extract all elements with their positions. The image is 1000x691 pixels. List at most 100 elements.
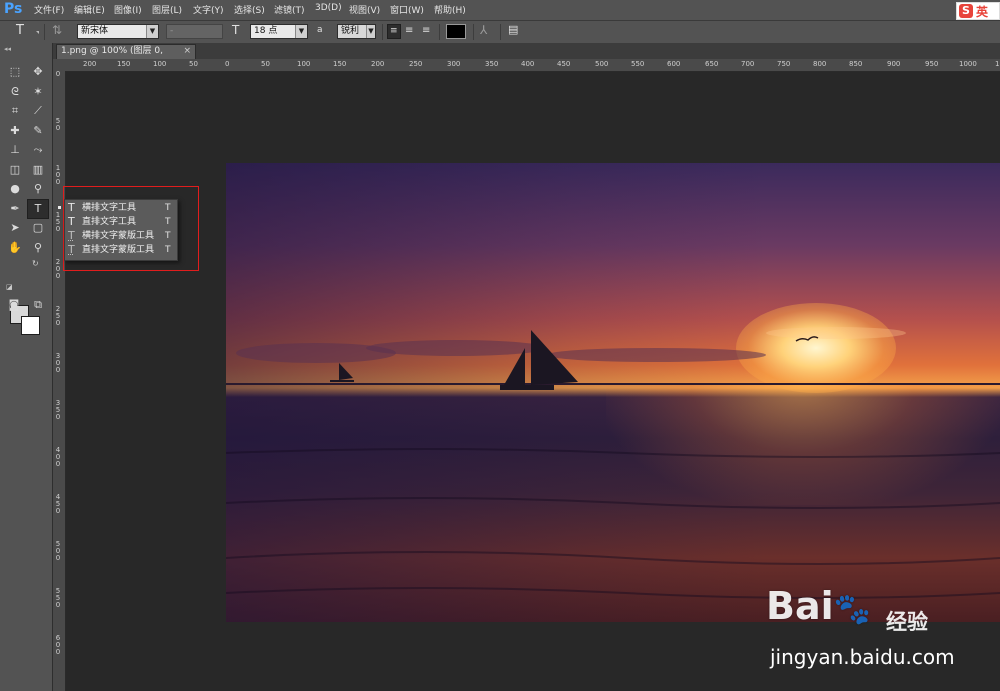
menu-type[interactable]: 文字(Y) (193, 3, 224, 16)
brush-tool-icon[interactable]: ✎ (28, 122, 48, 140)
close-icon[interactable]: × (183, 45, 191, 58)
sailboat-large (500, 330, 578, 390)
document-tab[interactable]: 1.png @ 100% (图层 0, RGB/8) × (56, 44, 196, 59)
ruler-tick-label: 5 0 0 (54, 541, 62, 562)
document-image[interactable] (226, 163, 1000, 622)
blur-tool-icon[interactable]: ● (5, 180, 25, 198)
ruler-tick-label: 300 (447, 60, 460, 68)
separator (44, 24, 45, 40)
text-color-swatch[interactable] (446, 24, 466, 39)
antialias-select[interactable]: 锐利 ▼ (337, 24, 376, 39)
ruler-tick-label: 100 (153, 60, 166, 68)
font-family-select[interactable]: 新宋体 ▼ (77, 24, 159, 39)
crop-tool-icon[interactable]: ⌗ (5, 102, 25, 120)
flyout-item-horizontal-type[interactable]: T 横排文字工具 T (65, 201, 177, 215)
watermark-logo-text: Bai (766, 584, 834, 628)
separator (382, 24, 383, 40)
clone-stamp-tool-icon[interactable]: ⊥ (5, 141, 25, 159)
type-tool-flyout-menu: T 横排文字工具 T T 直排文字工具 T T 横排文字蒙版工具 T T 直排文… (64, 199, 178, 261)
toggle-orientation-icon[interactable]: ⇅ (52, 23, 62, 37)
horizontal-ruler[interactable]: 200 150 100 50 0 50 100 150 200 250 300 350 400 450 50… (53, 59, 1000, 72)
ruler-tick-label: 200 (83, 60, 96, 68)
image-scene (226, 163, 1000, 622)
character-panel-icon[interactable]: ▤ (508, 23, 518, 36)
separator (473, 24, 474, 40)
default-colors-icon[interactable]: ◪ (6, 283, 13, 291)
menu-help[interactable]: 帮助(H) (434, 3, 466, 16)
magic-wand-tool-icon[interactable]: ✶ (28, 83, 48, 101)
vertical-ruler[interactable]: 0 5 0 1 0 0 1 5 0 2 0 0 2 5 0 3 0 0 3 5 0 4 0 0 4… (53, 71, 66, 691)
lasso-tool-icon[interactable]: ᘓ (5, 83, 25, 101)
eyedropper-tool-icon[interactable]: ⟋ (28, 102, 48, 120)
antialias-icon: a (317, 25, 323, 35)
ruler-tick-label: 2 5 0 (54, 306, 62, 327)
tools-panel: ◂◂ ⬚ ✥ ᘓ ✶ ⌗ ⟋ ✚ ✎ ⊥ ⤳ ◫ ▥ ● ⚲ ✒ T ➤ ▢ ✋… (0, 43, 53, 691)
healing-brush-tool-icon[interactable]: ✚ (5, 122, 25, 140)
ime-indicator[interactable]: S 英 (956, 2, 1000, 20)
shape-tool-icon[interactable]: ▢ (28, 219, 48, 237)
hand-tool-icon[interactable]: ✋ (5, 239, 25, 257)
ruler-tick-label: 3 5 0 (54, 400, 62, 421)
menu-window[interactable]: 窗口(W) (390, 3, 424, 16)
watermark-jingyan-label: 经验 (886, 606, 928, 636)
ruler-tick-label: 850 (849, 60, 862, 68)
zoom-tool-icon[interactable]: ⚲ (28, 239, 48, 257)
ruler-tick-label: 1050 (995, 60, 1000, 68)
menu-layer[interactable]: 图层(L) (152, 3, 182, 16)
menu-image[interactable]: 图像(I) (114, 3, 142, 16)
flyout-item-horizontal-type-mask[interactable]: T 横排文字蒙版工具 T (65, 229, 177, 243)
warp-text-icon[interactable]: ⅄ (480, 23, 487, 37)
ruler-tick-label: 800 (813, 60, 826, 68)
ruler-tick-label: 250 (409, 60, 422, 68)
vertical-type-mask-icon: T (68, 243, 75, 257)
ruler-tick-label: 100 (297, 60, 310, 68)
ruler-tick-label: 1 5 0 (54, 212, 62, 233)
menu-3d[interactable]: 3D(D) (315, 3, 342, 13)
move-tool-icon[interactable]: ✥ (28, 63, 48, 81)
align-right-icon[interactable]: ≡ (422, 25, 430, 36)
menu-file[interactable]: 文件(F) (34, 3, 64, 16)
flyout-item-vertical-type-mask[interactable]: T 直排文字蒙版工具 T (65, 243, 177, 257)
gradient-tool-icon[interactable]: ▥ (28, 161, 48, 179)
history-brush-tool-icon[interactable]: ⤳ (28, 141, 48, 159)
ruler-tick-label: 500 (595, 60, 608, 68)
ruler-tick-label: 750 (777, 60, 790, 68)
waves (226, 449, 1000, 598)
flyout-item-vertical-type[interactable]: T 直排文字工具 T (65, 215, 177, 229)
eraser-tool-icon[interactable]: ◫ (5, 161, 25, 179)
font-style-select[interactable]: - (166, 24, 223, 39)
path-selection-tool-icon[interactable]: ➤ (5, 219, 25, 237)
align-center-icon[interactable]: ≡ (405, 25, 413, 36)
type-tool-preset-icon[interactable]: T (16, 23, 24, 38)
pen-tool-icon[interactable]: ✒ (5, 200, 25, 218)
ruler-tick-label: 5 5 0 (54, 588, 62, 609)
screen-mode-icon[interactable]: ⧉ (28, 296, 48, 314)
ruler-tick-label: 900 (887, 60, 900, 68)
menu-select[interactable]: 选择(S) (234, 3, 265, 16)
menu-filter[interactable]: 滤镜(T) (274, 3, 305, 16)
marquee-tool-icon[interactable]: ⬚ (5, 63, 25, 81)
flyout-item-label: 直排文字工具 (82, 216, 136, 228)
align-left-button[interactable]: ≡ (387, 24, 401, 39)
flyout-item-shortcut: T (165, 216, 171, 228)
preset-caret-icon[interactable] (36, 31, 39, 34)
options-bar: T ⇅ 新宋体 ▼ - T 18 点 ▼ a 锐利 ▼ ≡ ≡ ≡ ⅄ ▤ (0, 21, 1000, 44)
collapse-panel-icon[interactable]: ◂◂ (4, 45, 11, 53)
dodge-tool-icon[interactable]: ⚲ (28, 180, 48, 198)
font-size-select[interactable]: 18 点 ▼ (250, 24, 308, 39)
quick-mask-icon[interactable]: ◙ (4, 296, 24, 314)
horizontal-type-icon: T (68, 201, 75, 215)
ruler-tick-label: 150 (333, 60, 346, 68)
type-tool-icon[interactable]: T (27, 199, 49, 219)
chevron-down-icon: ▼ (366, 25, 375, 38)
ruler-tick-label: 150 (117, 60, 130, 68)
ruler-tick-label: 6 0 0 (54, 635, 62, 656)
background-color-swatch[interactable] (21, 316, 40, 335)
menu-view[interactable]: 视图(V) (349, 3, 380, 16)
horizontal-type-mask-icon: T (68, 229, 75, 243)
chevron-down-icon: ▼ (295, 25, 307, 38)
sogou-icon: S (959, 4, 973, 18)
menu-edit[interactable]: 编辑(E) (74, 3, 105, 16)
ruler-tick-label: 600 (667, 60, 680, 68)
swap-colors-icon[interactable]: ↻ (32, 259, 39, 268)
